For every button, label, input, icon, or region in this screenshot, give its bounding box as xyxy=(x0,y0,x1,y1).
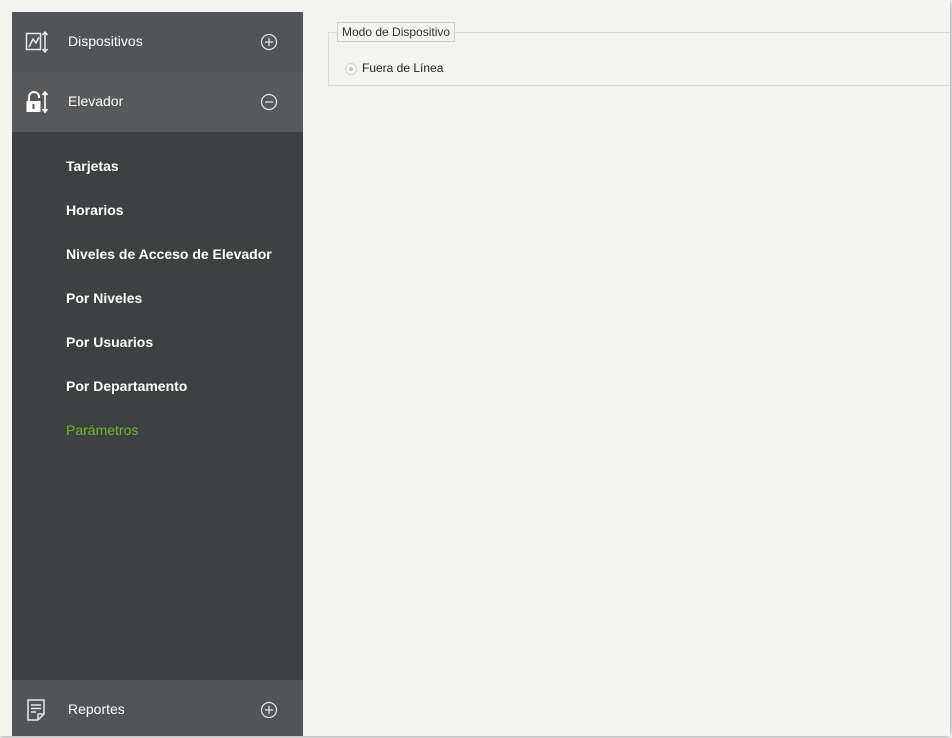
offline-radio-label: Fuera de Línea xyxy=(362,61,444,75)
sidebar-section-devices-label: Dispositivos xyxy=(68,33,143,49)
sidebar-section-devices[interactable]: Dispositivos xyxy=(12,12,303,72)
collapse-minus-icon[interactable] xyxy=(260,93,278,111)
app-window: Dispositivos Elevador Tarjetas Horarios xyxy=(0,0,950,736)
sidebar-item-horarios[interactable]: Horarios xyxy=(66,202,124,218)
expand-plus-icon[interactable] xyxy=(260,701,278,719)
sidebar-section-elevator[interactable]: Elevador xyxy=(12,72,303,132)
sidebar: Dispositivos Elevador Tarjetas Horarios xyxy=(12,12,303,736)
sidebar-item-by-users[interactable]: Por Usuarios xyxy=(66,334,153,350)
device-mode-fieldset: Modo de Dispositivo Fuera de Línea xyxy=(328,22,950,86)
sidebar-section-elevator-label: Elevador xyxy=(68,93,124,109)
main-content: Modo de Dispositivo Fuera de Línea xyxy=(303,12,950,736)
expand-plus-icon[interactable] xyxy=(260,33,278,51)
sidebar-item-parameters[interactable]: Parámetros xyxy=(66,422,138,438)
sidebar-item-by-department[interactable]: Por Departamento xyxy=(66,378,187,394)
reports-icon xyxy=(27,699,45,721)
sidebar-item-tarjetas[interactable]: Tarjetas xyxy=(66,158,119,174)
offline-radio[interactable] xyxy=(345,63,357,75)
sidebar-item-by-levels[interactable]: Por Niveles xyxy=(66,290,142,306)
sidebar-section-reports[interactable]: Reportes xyxy=(12,680,303,736)
device-mode-legend: Modo de Dispositivo xyxy=(337,22,456,42)
sidebar-item-elevator-access-levels[interactable]: Niveles de Acceso de Elevador xyxy=(66,246,272,262)
devices-icon xyxy=(25,30,49,54)
sidebar-section-reports-label: Reportes xyxy=(68,701,125,717)
elevator-lock-icon xyxy=(26,90,49,114)
